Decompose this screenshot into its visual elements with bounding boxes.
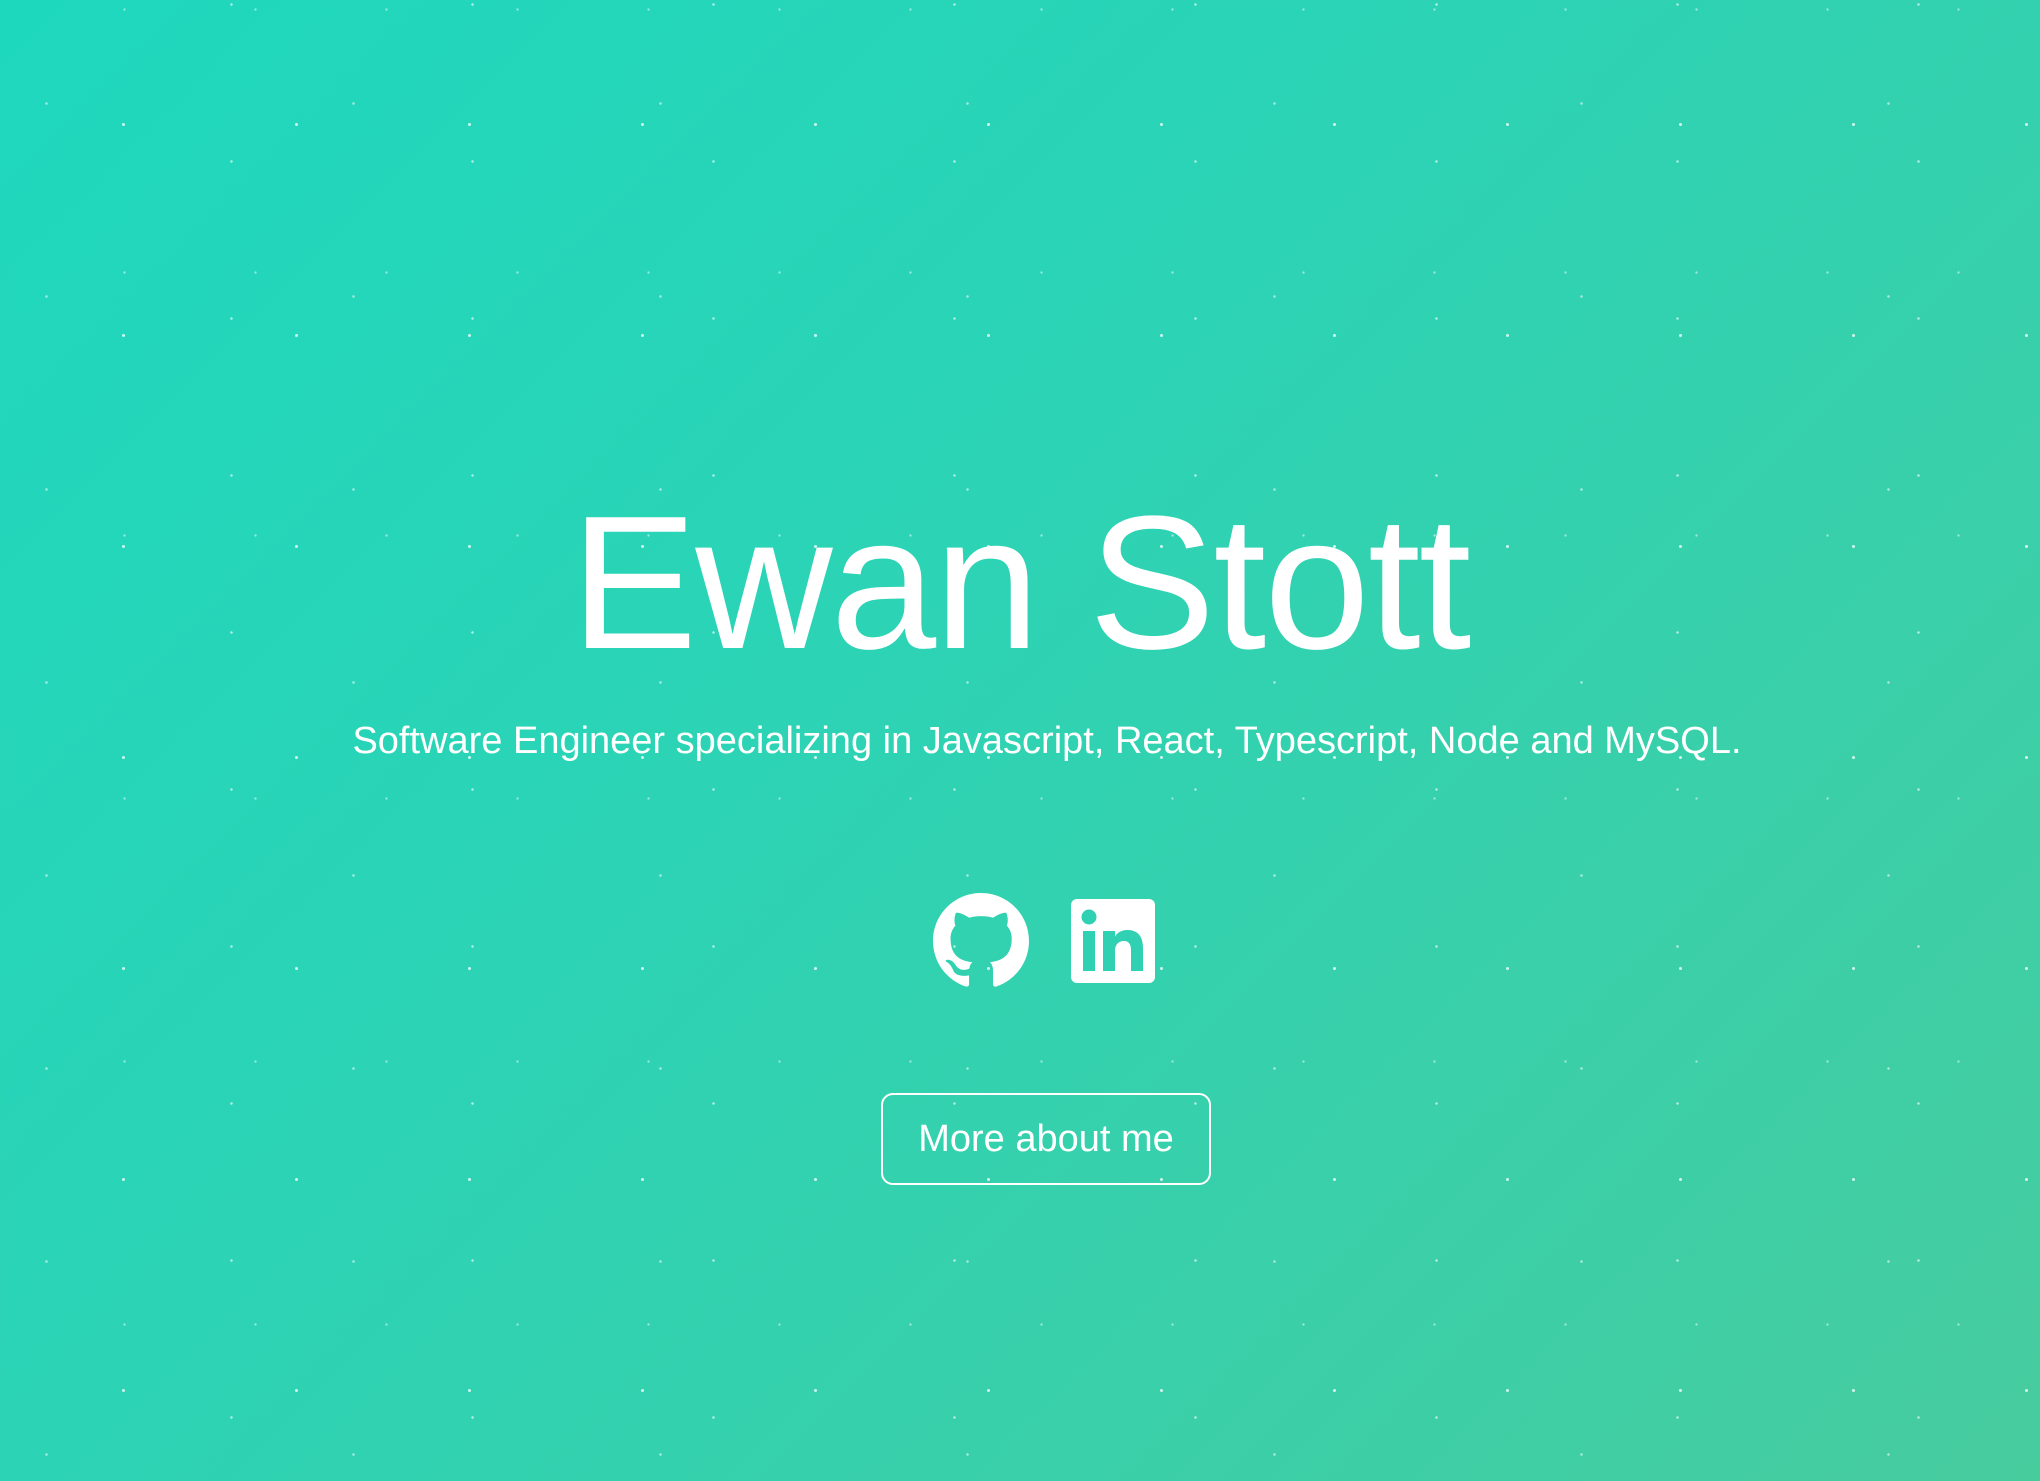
- hero-name: Ewan Stott: [570, 477, 1472, 689]
- github-icon: [933, 893, 1029, 987]
- linkedin-icon: [1071, 899, 1155, 983]
- hero-section: Ewan Stott Software Engineer specializin…: [0, 0, 2040, 1481]
- hero-tagline: Software Engineer specializing in Javasc…: [352, 720, 1742, 762]
- social-links: [0, 893, 2040, 989]
- linkedin-link[interactable]: [1065, 893, 1161, 989]
- more-about-me-button[interactable]: More about me: [881, 1093, 1211, 1185]
- github-link[interactable]: [933, 893, 1029, 989]
